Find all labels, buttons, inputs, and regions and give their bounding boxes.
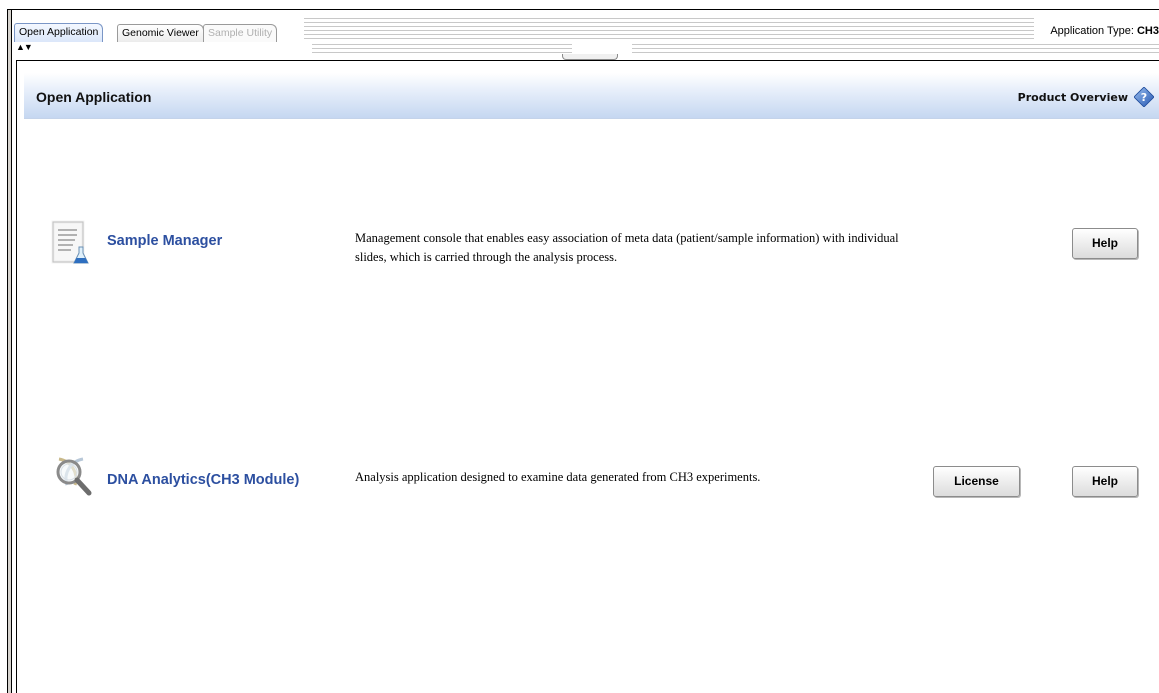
sample-manager-link[interactable]: Sample Manager — [107, 233, 222, 249]
tab-sample-utility: Sample Utility — [203, 24, 278, 42]
magnifier-icon[interactable] — [49, 453, 97, 501]
tab-bar-stripes-lower-right — [632, 44, 1159, 56]
header-bar: Open Application Product Overview ? — [24, 73, 1159, 119]
sample-manager-help-button[interactable]: Help — [1072, 228, 1138, 259]
tab-bar: Open Application Genomic Viewer Sample U… — [12, 10, 1159, 58]
tab-bar-stripes — [304, 18, 1034, 42]
main-content: Open Application Product Overview ? Samp… — [16, 60, 1159, 693]
application-type-label: Application Type: — [1050, 25, 1134, 37]
sample-manager-description: Management console that enables easy ass… — [355, 231, 899, 264]
application-type: Application Type: CH3 — [1050, 25, 1159, 37]
svg-text:?: ? — [1141, 91, 1147, 104]
tab-genomic-viewer[interactable]: Genomic Viewer — [117, 24, 204, 42]
collapse-arrows-icon[interactable]: ▲▼ — [16, 43, 33, 52]
tab-open-application[interactable]: Open Application — [14, 23, 104, 42]
dna-analytics-help-button[interactable]: Help — [1072, 466, 1138, 497]
dna-analytics-description: Analysis application designed to examine… — [355, 470, 761, 484]
window-left-frame — [7, 10, 12, 693]
tab-bar-stripes-lower-left — [312, 44, 572, 56]
app-row-sample-manager: Sample Manager Management console that e… — [17, 211, 1159, 271]
page-title: Open Application — [36, 89, 152, 105]
document-flask-icon[interactable] — [49, 219, 97, 267]
dna-analytics-link[interactable]: DNA Analytics(CH3 Module) — [107, 472, 299, 488]
app-row-dna-analytics: DNA Analytics(CH3 Module) Analysis appli… — [17, 441, 1159, 501]
help-diamond-icon[interactable]: ? — [1134, 87, 1154, 107]
product-overview-link[interactable]: Product Overview — [1018, 91, 1128, 104]
dna-analytics-license-button[interactable]: License — [933, 466, 1020, 497]
application-type-value: CH3 — [1136, 25, 1159, 37]
